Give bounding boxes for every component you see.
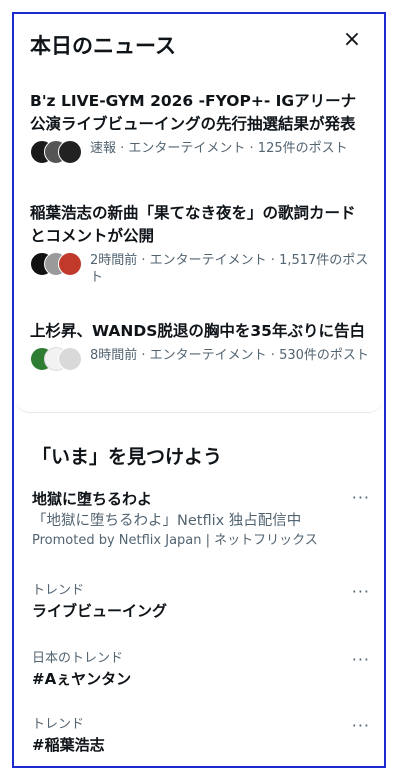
- avatar: [58, 347, 82, 371]
- trend-name: 地獄に堕ちるわよ: [32, 490, 153, 508]
- avatar-group: [30, 140, 84, 164]
- trend-category: トレンド: [32, 583, 85, 598]
- news-meta-text: 2時間前 · エンターテイメント · 1,517件のポスト: [90, 253, 369, 285]
- news-item[interactable]: B'z LIVE-GYM 2026 -FYOP+- IGアリーナ公演ライブビュー…: [30, 90, 370, 164]
- news-title: B'z LIVE-GYM 2026 -FYOP+- IGアリーナ公演ライブビュー…: [30, 92, 357, 133]
- trend-name: ライブビューイング: [32, 602, 168, 620]
- news-panel: 本日のニュース × B'z LIVE-GYM 2026 -FYOP+- IGアリ…: [12, 12, 386, 768]
- trend-category: トレンド: [32, 717, 85, 732]
- section-heading: 本日のニュース: [30, 34, 176, 58]
- more-options-icon[interactable]: ···: [352, 716, 370, 735]
- promoted-trend[interactable]: 地獄に堕ちるわよ 「地獄に堕ちるわよ」Netflix 独占配信中 Promote…: [32, 488, 370, 550]
- avatar: [58, 252, 82, 276]
- trend-item[interactable]: トレンド ライブビューイング ···: [32, 582, 370, 622]
- promoted-description: 「地獄に堕ちるわよ」Netflix 独占配信中: [32, 513, 302, 529]
- trend-item[interactable]: トレンド #稲葉浩志 ···: [32, 716, 370, 756]
- more-options-icon[interactable]: ···: [352, 488, 370, 507]
- news-meta: 8時間前 · エンターテイメント · 530件のポスト: [30, 347, 370, 371]
- avatar-group: [30, 347, 84, 371]
- trend-name: #稲葉浩志: [32, 736, 105, 754]
- news-meta: 2時間前 · エンターテイメント · 1,517件のポスト: [30, 252, 370, 286]
- promoted-by: Promoted by Netflix Japan | ネットフリックス: [32, 533, 318, 548]
- news-item[interactable]: 稲葉浩志の新曲「果てなき夜を」の歌詞カードとコメントが公開 2時間前 · エンタ…: [30, 202, 370, 286]
- news-meta-text: 速報 · エンターテイメント · 125件のポスト: [90, 141, 348, 156]
- news-title: 稲葉浩志の新曲「果てなき夜を」の歌詞カードとコメントが公開: [30, 204, 356, 245]
- trend-item[interactable]: 日本のトレンド #Aぇヤンタン ···: [32, 650, 370, 690]
- avatar-group: [30, 252, 84, 276]
- trend-category: 日本のトレンド: [32, 651, 124, 666]
- news-meta: 速報 · エンターテイメント · 125件のポスト: [30, 140, 370, 164]
- news-title: 上杉昇、WANDS脱退の胸中を35年ぶりに告白: [30, 322, 365, 340]
- avatar: [58, 140, 82, 164]
- more-options-icon[interactable]: ···: [352, 650, 370, 669]
- more-options-icon[interactable]: ···: [352, 582, 370, 601]
- close-icon[interactable]: ×: [340, 28, 364, 52]
- trend-name: #Aぇヤンタン: [32, 670, 132, 688]
- news-meta-text: 8時間前 · エンターテイメント · 530件のポスト: [90, 348, 369, 363]
- news-item[interactable]: 上杉昇、WANDS脱退の胸中を35年ぶりに告白 8時間前 · エンターテイメント…: [30, 320, 370, 371]
- todays-news-section: 本日のニュース × B'z LIVE-GYM 2026 -FYOP+- IGアリ…: [14, 14, 384, 413]
- discover-heading: 「いま」を見つけよう: [32, 446, 223, 468]
